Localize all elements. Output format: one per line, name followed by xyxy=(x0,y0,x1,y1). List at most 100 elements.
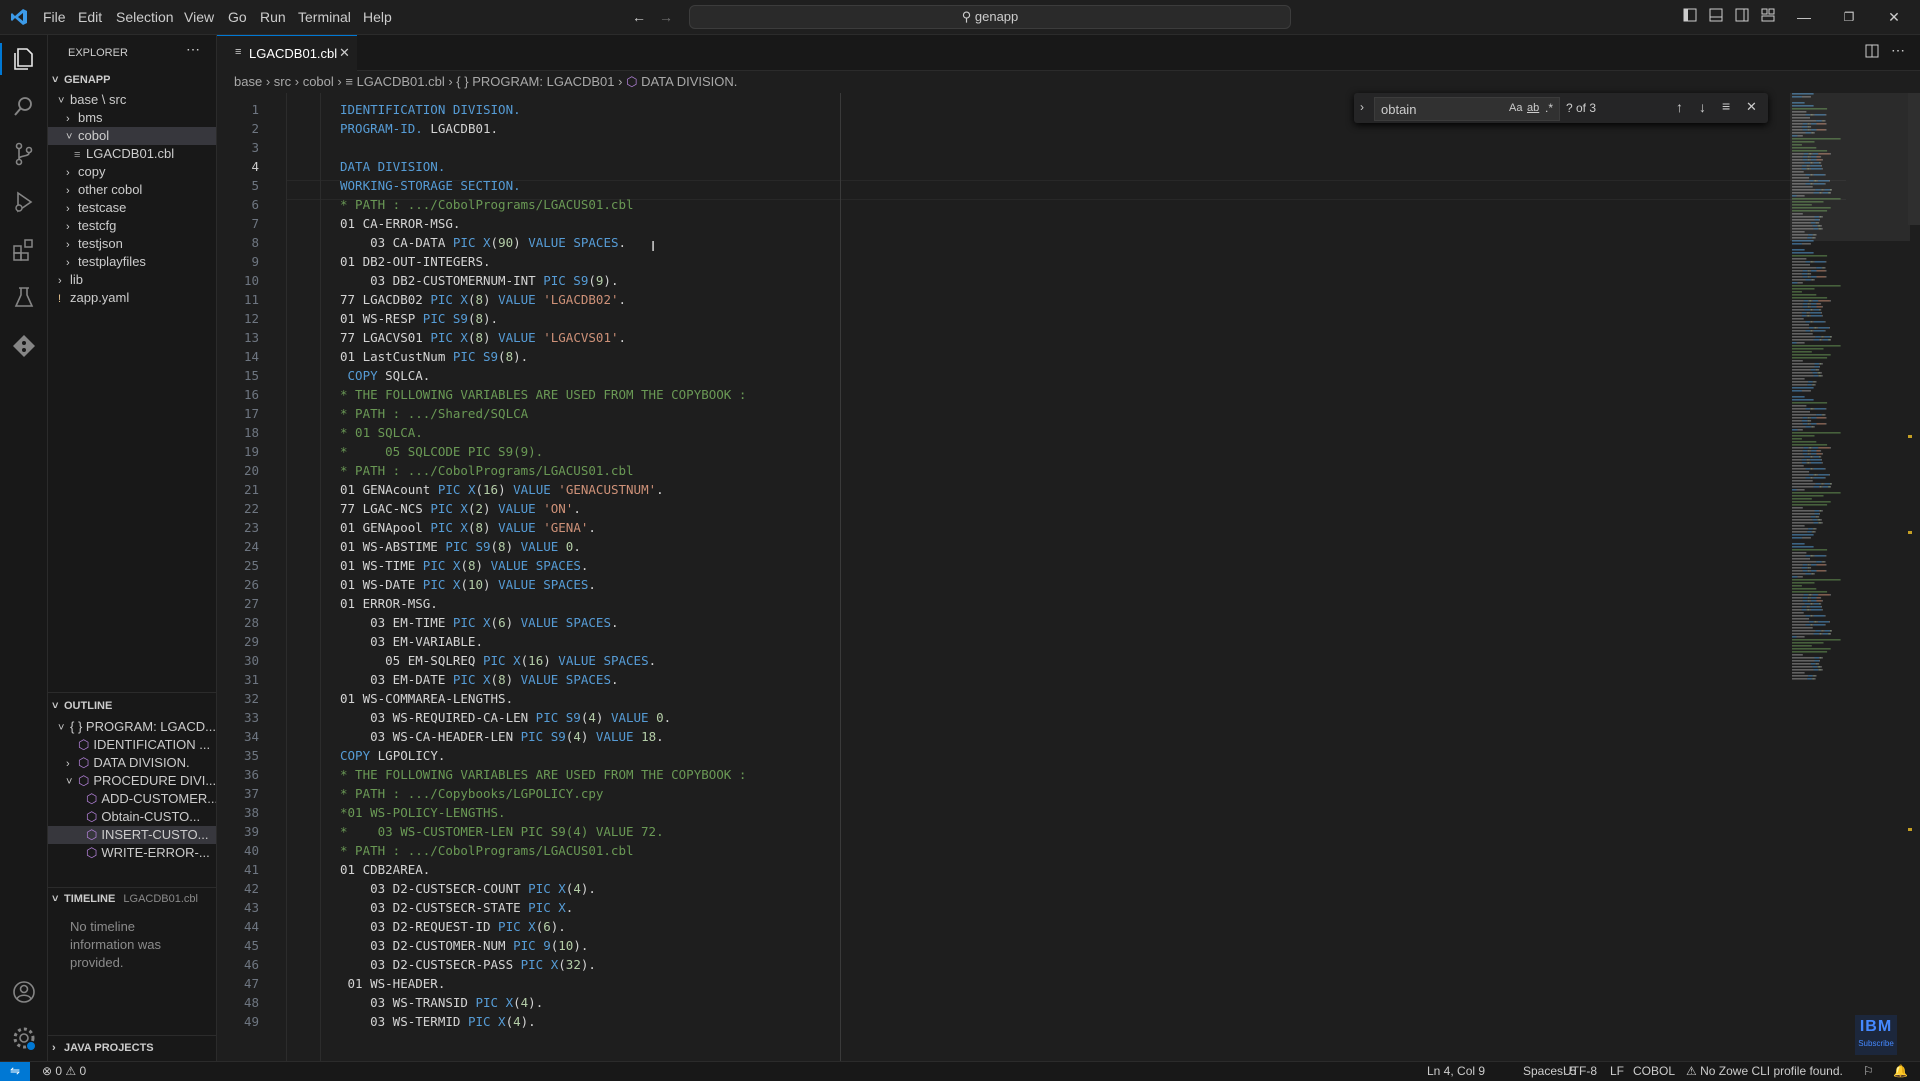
breadcrumb-item[interactable]: { } PROGRAM: LGACDB01 xyxy=(456,74,614,89)
code-line: 01 WS-ABSTIME PIC S9(8) VALUE 0. xyxy=(340,539,581,554)
tree-item[interactable]: ˅ base \ src xyxy=(48,91,216,109)
search-icon[interactable] xyxy=(11,93,37,119)
split-editor-icon[interactable] xyxy=(1865,44,1879,58)
tab-lgacdb01[interactable]: ≡ LGACDB01.cbl ✕ xyxy=(217,35,357,71)
outline-item[interactable]: ˅ { } PROGRAM: LGACD... xyxy=(48,718,216,736)
menu-view[interactable]: View xyxy=(184,9,214,25)
code-token: * PATH : .../CobolPrograms/LGACUS01.cbl xyxy=(340,197,634,212)
minimap-mark xyxy=(1792,477,1806,479)
tree-item[interactable]: ˅ cobol xyxy=(48,127,216,145)
minimap[interactable] xyxy=(1790,93,1910,733)
breadcrumb-item[interactable]: DATA DIVISION. xyxy=(641,74,737,89)
outline-header[interactable]: ˅ OUTLINE xyxy=(52,695,112,717)
feedback-icon[interactable]: ⚐ xyxy=(1863,1064,1874,1078)
outline-item[interactable]: ⬡ INSERT-CUSTO... xyxy=(48,826,216,844)
minimap-mark xyxy=(1811,603,1812,605)
accounts-icon[interactable] xyxy=(11,979,37,1005)
tree-item[interactable]: › testplayfiles xyxy=(48,253,216,271)
minimap-mark xyxy=(1813,309,1820,311)
workspace-root[interactable]: ˅ GENAPP xyxy=(52,69,110,91)
menu-file[interactable]: File xyxy=(43,9,66,25)
language-mode[interactable]: COBOL xyxy=(1633,1064,1675,1078)
command-center-search[interactable]: ⚲ genapp xyxy=(689,5,1291,29)
more-actions-icon[interactable]: ⋯ xyxy=(186,41,200,58)
outline-item[interactable]: ˅ ⬡ PROCEDURE DIVI... xyxy=(48,772,216,790)
outline-item[interactable]: ⬡ Obtain-CUSTO... xyxy=(48,808,216,826)
code-editor[interactable]: 1 IDENTIFICATION DIVISION. 2 PROGRAM-ID. LG… xyxy=(217,93,1920,1061)
tree-item[interactable]: › testcfg xyxy=(48,217,216,235)
breadcrumb-item[interactable]: cobol xyxy=(303,74,334,89)
back-arrow-icon[interactable]: ← xyxy=(630,8,648,26)
breadcrumb-item[interactable]: LGACDB01.cbl xyxy=(357,74,445,89)
find-input[interactable]: obtain Aa ab .* xyxy=(1374,97,1560,121)
cursor-position[interactable]: Ln 4, Col 9 xyxy=(1427,1064,1485,1078)
previous-match-icon[interactable]: ↑ xyxy=(1676,99,1683,115)
tree-item[interactable]: › other cobol xyxy=(48,181,216,199)
toggle-replace-chevron-icon[interactable]: › xyxy=(1360,100,1364,114)
minimap-mark xyxy=(1792,372,1813,374)
source-control-icon[interactable] xyxy=(11,141,37,167)
breadcrumb-item[interactable]: base xyxy=(234,74,262,89)
find-in-selection-icon[interactable]: ≡ xyxy=(1722,98,1730,114)
match-case-icon[interactable]: Aa xyxy=(1509,102,1522,114)
outline-item[interactable]: ⬡ ADD-CUSTOMER... xyxy=(48,790,216,808)
menu-edit[interactable]: Edit xyxy=(78,9,102,25)
timeline-header[interactable]: ˅ TIMELINE LGACDB01.cbl xyxy=(52,888,198,910)
minimize-window-icon[interactable]: — xyxy=(1795,8,1813,26)
extensions-icon[interactable] xyxy=(11,237,37,263)
outline-item-label: INSERT-CUSTO... xyxy=(101,827,209,842)
testing-icon[interactable] xyxy=(11,285,37,311)
minimap-mark xyxy=(1792,414,1817,416)
toggle-secondary-sidebar-icon[interactable] xyxy=(1735,8,1753,26)
outline-item[interactable]: ⬡ IDENTIFICATION ... xyxy=(48,736,216,754)
encoding[interactable]: UTF-8 xyxy=(1563,1064,1597,1078)
menu-terminal[interactable]: Terminal xyxy=(298,9,351,25)
toggle-panel-icon[interactable] xyxy=(1709,8,1727,26)
code-token: PIC X xyxy=(528,900,566,915)
outline-item[interactable]: ⬡ WRITE-ERROR-... xyxy=(48,844,216,862)
java-projects-header[interactable]: › JAVA PROJECTS xyxy=(52,1037,154,1059)
minimap-mark xyxy=(1813,531,1816,533)
menu-go[interactable]: Go xyxy=(228,9,247,25)
minimap-mark xyxy=(1792,276,1803,278)
remote-indicator-icon[interactable]: ⇋ xyxy=(0,1062,30,1081)
restore-window-icon[interactable]: ❐ xyxy=(1840,8,1858,26)
problems-status[interactable]: ⊗ 0 ⚠ 0 xyxy=(42,1064,86,1078)
customize-layout-icon[interactable] xyxy=(1761,8,1779,26)
vertical-scrollbar-thumb[interactable] xyxy=(1908,93,1920,225)
code-line: 03 EM-TIME PIC X(6) VALUE SPACES. xyxy=(340,615,618,630)
run-debug-icon[interactable] xyxy=(11,189,37,215)
whole-word-icon[interactable]: ab xyxy=(1527,102,1539,114)
breadcrumb-item[interactable]: src xyxy=(274,74,291,89)
end-of-line[interactable]: LF xyxy=(1610,1064,1624,1078)
tree-item[interactable]: › testjson xyxy=(48,235,216,253)
minimap-mark xyxy=(1810,477,1811,479)
tree-item[interactable]: › copy xyxy=(48,163,216,181)
menu-run[interactable]: Run xyxy=(260,9,286,25)
zowe-status[interactable]: ⚠ No Zowe CLI profile found. xyxy=(1686,1064,1843,1078)
close-tab-icon[interactable]: ✕ xyxy=(339,45,350,61)
notifications-bell-icon[interactable]: 🔔 xyxy=(1893,1064,1908,1078)
tree-item[interactable]: ≡ LGACDB01.cbl xyxy=(48,145,216,163)
manage-gear-icon[interactable] xyxy=(11,1025,37,1051)
next-match-icon[interactable]: ↓ xyxy=(1699,99,1706,115)
minimap-mark xyxy=(1792,621,1810,623)
tree-item[interactable]: ! zapp.yaml xyxy=(48,289,216,307)
explorer-icon[interactable] xyxy=(11,46,37,72)
menu-selection[interactable]: Selection xyxy=(116,9,174,25)
tree-item[interactable]: › bms xyxy=(48,109,216,127)
git-lens-icon[interactable] xyxy=(11,333,37,359)
outline-item[interactable]: › ⬡ DATA DIVISION. xyxy=(48,754,216,772)
minimap-mark xyxy=(1816,327,1819,329)
close-window-icon[interactable]: ✕ xyxy=(1885,8,1903,26)
menu-help[interactable]: Help xyxy=(363,9,392,25)
editor-more-icon[interactable]: ⋯ xyxy=(1891,42,1905,59)
minimap-mark xyxy=(1792,408,1806,410)
toggle-primary-sidebar-icon[interactable] xyxy=(1683,8,1701,26)
regex-icon[interactable]: .* xyxy=(1545,101,1553,115)
tree-item[interactable]: › testcase xyxy=(48,199,216,217)
tree-item[interactable]: › lib xyxy=(48,271,216,289)
close-find-icon[interactable]: ✕ xyxy=(1746,99,1757,115)
forward-arrow-icon[interactable]: → xyxy=(657,8,675,26)
minimap-mark xyxy=(1792,420,1802,422)
